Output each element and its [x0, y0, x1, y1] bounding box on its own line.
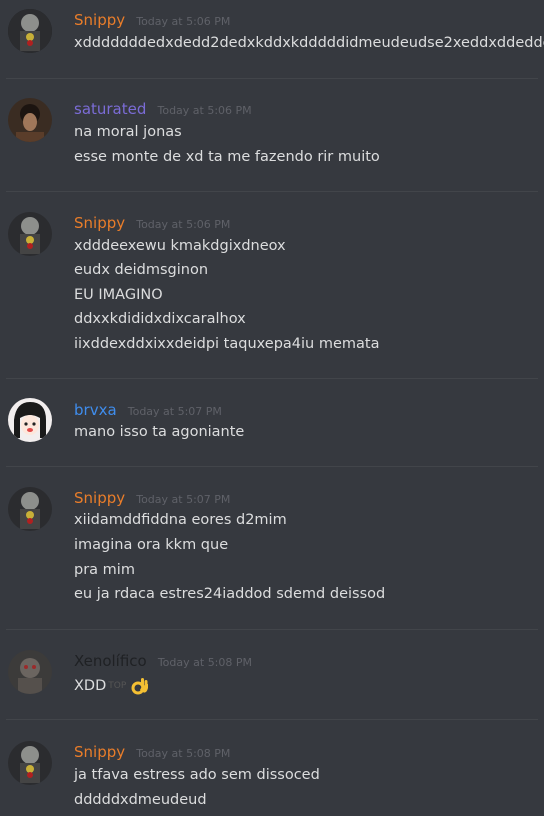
ok-hand-emoji-icon: [131, 678, 149, 695]
timestamp: Today at 5:08 PM: [136, 747, 231, 760]
message-text: pra mim: [74, 562, 135, 578]
message-text: xiidamddfiddna eores d2mim: [74, 512, 287, 528]
timestamp: Today at 5:07 PM: [136, 493, 231, 506]
message-text: ja tfava estress ado sem dissoced: [74, 767, 320, 783]
user-avatar[interactable]: [8, 741, 52, 785]
message-text: eudx deidmsginon: [74, 262, 209, 278]
message-text: EU IMAGINO: [74, 287, 163, 303]
author-name[interactable]: Snippy: [74, 743, 125, 761]
message-divider: [6, 191, 538, 192]
author-name[interactable]: Snippy: [74, 489, 125, 507]
message-divider: [6, 629, 538, 630]
message-divider: [6, 378, 538, 379]
author-name[interactable]: brvxa: [74, 401, 117, 419]
message-text: esse monte de xd ta me fazendo rir muito: [74, 149, 380, 165]
timestamp: Today at 5:08 PM: [157, 656, 253, 669]
message-text: eu ja rdaca estres24iaddod sdemd deissod: [74, 586, 386, 602]
user-avatar[interactable]: [8, 650, 52, 694]
message-text: na moral jonas: [74, 124, 182, 140]
message-text: ddxxkdididxdixcaralhox: [74, 311, 246, 327]
message-text: mano isso ta agoniante: [74, 424, 245, 440]
message-text: iixddexddxixxdeidpi taquxepa4iu memata: [74, 336, 380, 352]
author-name[interactable]: saturated: [74, 100, 146, 118]
user-avatar[interactable]: [8, 98, 52, 142]
message-text: xdddeexewu kmakdgixdneox: [74, 238, 286, 254]
message-text: dddddxdmeudeud: [74, 792, 207, 808]
author-name[interactable]: Xenolífico: [74, 652, 147, 670]
user-avatar[interactable]: [8, 212, 52, 256]
message-text-content: XDD: [74, 678, 107, 694]
message-text: xdddddddedxdedd2dedxkddxkdddddidmeudeuds…: [74, 35, 544, 51]
user-avatar[interactable]: [8, 398, 52, 442]
timestamp: Today at 5:06 PM: [136, 15, 231, 28]
timestamp: Today at 5:06 PM: [136, 218, 231, 231]
user-avatar[interactable]: [8, 9, 52, 53]
message-divider: [6, 719, 538, 720]
author-name[interactable]: Snippy: [74, 214, 125, 232]
message-divider: [6, 466, 538, 467]
timestamp: Today at 5:07 PM: [127, 405, 222, 418]
message-divider: [6, 78, 538, 79]
message-text: imagina ora kkm que: [74, 537, 229, 553]
user-avatar[interactable]: [8, 487, 52, 531]
timestamp: Today at 5:06 PM: [157, 104, 252, 117]
author-name[interactable]: Snippy: [74, 11, 125, 29]
message-text: XDD TOP: [74, 676, 150, 696]
watermark-top-label: TOP: [108, 681, 127, 691]
